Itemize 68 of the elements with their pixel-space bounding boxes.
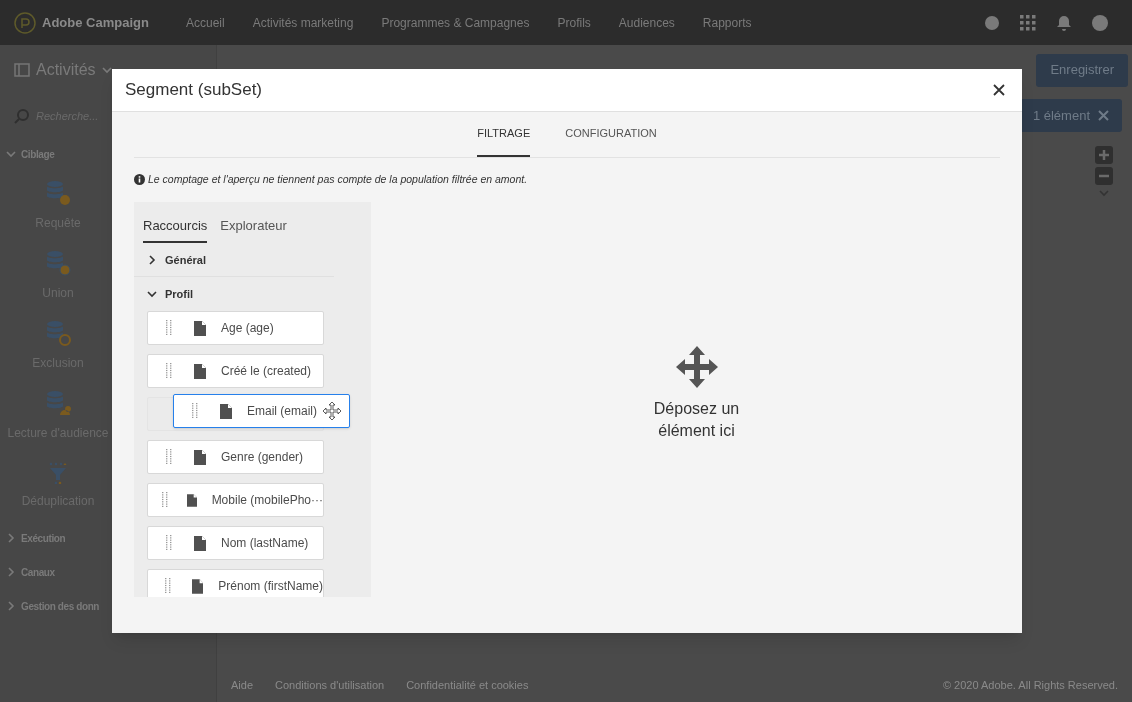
logo-icon (14, 11, 36, 34)
nav-link[interactable]: Profils (557, 13, 591, 32)
nav-link[interactable]: Rapports (702, 13, 752, 32)
document-icon (194, 363, 206, 379)
move-icon (675, 346, 718, 389)
drag-handle-icon[interactable] (166, 449, 172, 466)
footer-link[interactable]: Conditions d'utilisation (275, 676, 385, 694)
nav-link[interactable]: Programmes & Campagnes (381, 13, 530, 32)
footer-link[interactable]: Aide (231, 676, 254, 694)
field-item[interactable]: Age (age) (147, 311, 324, 346)
drag-handle-icon[interactable] (166, 363, 172, 380)
selection-chip[interactable]: 1 élément (1019, 99, 1122, 132)
bell-icon[interactable] (1056, 14, 1072, 31)
zoom-in-icon[interactable] (1095, 146, 1113, 164)
field-item[interactable]: Créé le (created) (147, 354, 324, 389)
app-title: Adobe Campaign (42, 13, 150, 32)
chevron-icon (147, 254, 157, 265)
zoom-out-icon[interactable] (1095, 167, 1113, 185)
dialog-tab[interactable]: CONFIGURATION (565, 111, 657, 157)
dropdown-caret-icon (101, 65, 112, 75)
chevron-icon (6, 567, 16, 577)
drag-handle-icon[interactable] (166, 320, 172, 337)
field-item[interactable]: Genre (gender) (147, 440, 324, 475)
info-note: Le comptage et l'aperçu ne tiennent pas compte de la population filtrée en amont. (148, 172, 528, 187)
nav-link[interactable]: Activités marketing (252, 13, 354, 32)
chevron-icon (6, 149, 16, 159)
field-item[interactable]: Nom (lastName) (147, 526, 324, 561)
footer-link[interactable]: Confidentialité et cookies (406, 676, 529, 694)
section-header[interactable]: Profil (134, 277, 334, 312)
info-icon (134, 174, 145, 186)
database-icon (45, 390, 71, 416)
section-header[interactable]: Général (134, 243, 334, 278)
document-icon (194, 449, 206, 465)
panel-icon[interactable] (14, 63, 30, 77)
document-icon (191, 578, 204, 594)
drag-handle-icon[interactable] (192, 403, 198, 420)
field-item[interactable]: Mobile (mobilePho··· (147, 483, 324, 518)
document-icon (220, 403, 232, 419)
field-item[interactable]: Email (email) (173, 394, 350, 429)
document-icon (194, 535, 206, 551)
panel-tab[interactable]: Explorateur (220, 215, 287, 244)
drop-hint: Déposez un élément ici (652, 399, 741, 442)
dialog-tab[interactable]: FILTRAGE (477, 111, 531, 157)
move-cursor-icon (323, 402, 341, 421)
chevron-icon (147, 289, 157, 300)
database-icon (45, 250, 71, 276)
funnel-icon (48, 462, 68, 484)
copyright: © 2020 Adobe. All Rights Reserved. (942, 677, 1118, 693)
drag-handle-icon[interactable] (166, 535, 172, 552)
nav-link[interactable]: Accueil (186, 13, 225, 32)
database-icon (45, 180, 71, 206)
avatar-icon[interactable] (1092, 14, 1108, 31)
drop-zone[interactable]: Déposez un élément ici (371, 201, 1022, 597)
nav-link[interactable]: Audiences (618, 13, 675, 32)
drag-handle-icon[interactable] (162, 492, 169, 509)
database-icon (45, 320, 71, 346)
search-icon (14, 108, 30, 124)
chevron-icon (6, 533, 16, 543)
dialog-title: Segment (subSet) (125, 79, 262, 102)
drag-handle-icon[interactable] (164, 578, 171, 595)
panel-tab[interactable]: Raccourcis (143, 215, 208, 244)
save-button[interactable]: Enregistrer (1036, 53, 1128, 87)
apps-grid-icon[interactable] (1020, 14, 1036, 31)
field-item[interactable]: Prénom (firstName) (147, 569, 324, 597)
close-icon[interactable] (1098, 110, 1109, 121)
chevron-icon (6, 601, 16, 611)
document-icon (186, 492, 197, 508)
document-icon (194, 320, 206, 336)
